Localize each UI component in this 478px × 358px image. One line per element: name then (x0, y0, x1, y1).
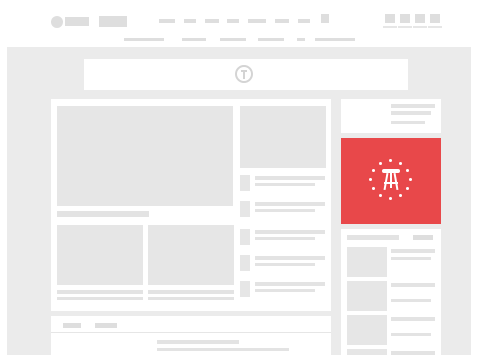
header-action-icon-1[interactable] (385, 14, 395, 23)
header-action-icon-3[interactable] (415, 14, 425, 23)
hero-image[interactable] (57, 106, 233, 206)
header-action-icon-4[interactable] (430, 14, 440, 23)
banner-strip[interactable] (84, 59, 408, 90)
sidebar-line-1a (391, 249, 435, 253)
sidebar-thumb-1[interactable] (347, 247, 387, 277)
sidebar-thumb-3[interactable] (347, 315, 387, 345)
sidebar-list-heading (347, 235, 399, 240)
hero-title[interactable] (57, 211, 149, 217)
bottom-item-sub (157, 348, 289, 351)
list-item-thumb-1[interactable] (240, 175, 250, 191)
sidebar-line-1b (391, 257, 431, 260)
sidebar-list-more-button[interactable] (413, 235, 433, 240)
list-item-line-3b (255, 237, 315, 240)
list-item-line-4a (255, 256, 325, 260)
bottom-item-title[interactable] (157, 340, 239, 344)
sidebar-line-3a (391, 317, 435, 321)
sidebar-line-3b (391, 333, 431, 336)
bottom-tab-1[interactable] (63, 323, 81, 328)
nav-item-5[interactable] (248, 19, 266, 23)
side-feature-image[interactable] (240, 106, 326, 168)
bottom-divider (51, 332, 331, 333)
list-item-line-2a (255, 202, 325, 206)
list-item-line-4b (255, 263, 315, 266)
list-item-line-3a (255, 230, 325, 234)
sidebar-thumb-2[interactable] (347, 281, 387, 311)
sidebar-top-card (341, 99, 441, 133)
sidebar-top-line-2 (391, 111, 431, 115)
card-sub-2 (148, 297, 234, 300)
header-logo-icon[interactable] (51, 16, 63, 28)
subnav-item-2[interactable] (182, 38, 206, 41)
bottom-tab-2[interactable] (95, 323, 117, 328)
nav-item-7[interactable] (298, 19, 310, 23)
nav-item-6[interactable] (275, 19, 289, 23)
list-item-thumb-5[interactable] (240, 281, 250, 297)
card-image-1[interactable] (57, 225, 143, 285)
header-action-icon-2[interactable] (400, 14, 410, 23)
sidebar-top-line-1 (391, 104, 435, 108)
list-item-line-2b (255, 209, 315, 212)
wireframe-page (7, 3, 471, 355)
sidebar-line-4a (391, 351, 435, 355)
list-item-thumb-2[interactable] (240, 201, 250, 217)
subnav-item-3[interactable] (220, 38, 246, 41)
list-item-line-5b (255, 289, 315, 292)
subnav-item-6[interactable] (315, 38, 355, 41)
subnav-item-1[interactable] (124, 38, 164, 41)
barstool-logo-icon (235, 65, 253, 83)
barstool-stool-icon (369, 158, 413, 202)
sidebar-line-2b (391, 299, 431, 302)
card-image-2[interactable] (148, 225, 234, 285)
header-badge[interactable] (99, 16, 127, 27)
sidebar-line-2a (391, 283, 435, 287)
card-title-2[interactable] (148, 290, 234, 294)
header-action-underline-2 (398, 26, 412, 28)
ad-banner-red[interactable] (341, 138, 441, 224)
top-navbar (7, 3, 471, 47)
bottom-section-card (51, 316, 331, 355)
header-action-underline-1 (383, 26, 397, 28)
card-title-1[interactable] (57, 290, 143, 294)
nav-item-3[interactable] (205, 19, 219, 23)
header-action-underline-3 (413, 26, 427, 28)
nav-item-2[interactable] (184, 19, 196, 23)
sidebar-top-line-3 (391, 121, 425, 124)
nav-item-4[interactable] (227, 19, 239, 23)
sidebar-list-card (341, 229, 441, 355)
header-action-underline-4 (428, 26, 442, 28)
card-sub-1 (57, 297, 143, 300)
list-item-line-1a (255, 176, 325, 180)
subnav-item-4[interactable] (258, 38, 284, 41)
subnav-item-5[interactable] (297, 38, 305, 41)
list-item-thumb-4[interactable] (240, 255, 250, 271)
main-content-card (51, 99, 331, 311)
sidebar-thumb-4[interactable] (347, 349, 387, 355)
list-item-line-1b (255, 183, 315, 186)
nav-item-1[interactable] (159, 19, 175, 23)
nav-more-icon[interactable] (321, 14, 329, 23)
header-brand-wordmark[interactable] (65, 17, 89, 26)
list-item-line-5a (255, 282, 325, 286)
list-item-thumb-3[interactable] (240, 229, 250, 245)
